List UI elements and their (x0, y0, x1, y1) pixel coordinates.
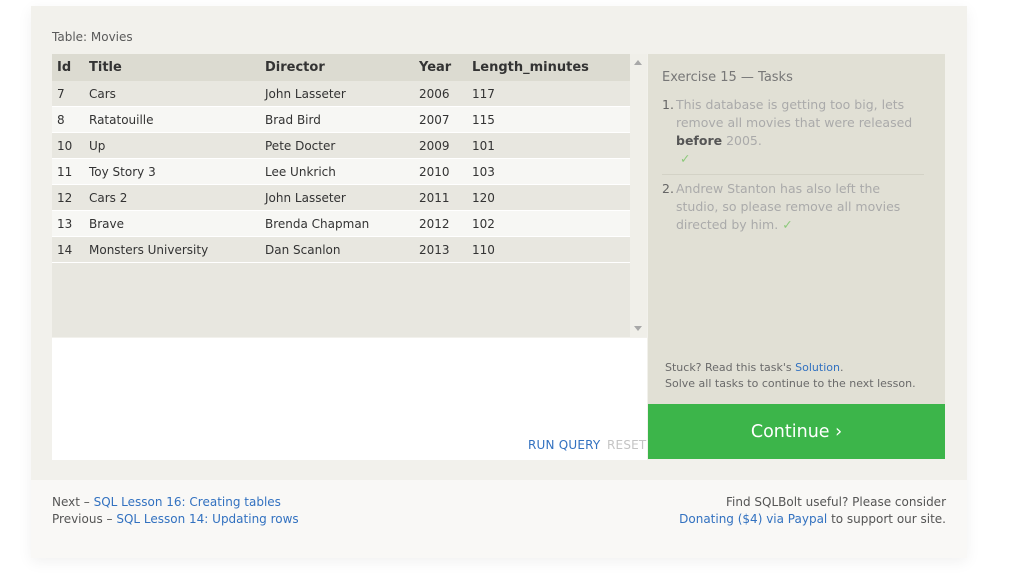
donate-link[interactable]: Donating ($4) via Paypal (679, 512, 827, 526)
task-list: 1. This database is getting too big, let… (662, 96, 924, 240)
stuck-suffix: . (839, 361, 844, 374)
cell-director: John Lasseter (265, 184, 419, 211)
cell-length-minutes: 115 (472, 106, 630, 133)
cell-title: Cars 2 (89, 184, 265, 211)
column-header-year: Year (419, 54, 472, 81)
cell-year: 2007 (419, 106, 472, 133)
table-scrollbar[interactable] (630, 54, 647, 337)
task-complete-check-icon: ✓ (782, 217, 793, 232)
donate-suffix: to support our site. (827, 512, 946, 526)
cell-year: 2012 (419, 210, 472, 237)
cell-year: 2011 (419, 184, 472, 211)
next-prefix: Next – (52, 495, 94, 509)
column-header-length-minutes: Length_minutes (472, 54, 630, 81)
column-header-director: Director (265, 54, 419, 81)
cell-id: 13 (52, 210, 89, 237)
task-emphasis: before (676, 133, 723, 148)
cell-title: Brave (89, 210, 265, 237)
cell-title: Monsters University (89, 236, 265, 263)
cell-director: Pete Docter (265, 132, 419, 159)
task-item: 1. This database is getting too big, let… (662, 96, 924, 174)
table-row: 13 Brave Brenda Chapman 2012 102 (52, 210, 630, 237)
cell-title: Ratatouille (89, 106, 265, 133)
task-complete-check-icon: ✓ (680, 151, 691, 166)
next-lesson-link[interactable]: SQL Lesson 16: Creating tables (94, 495, 281, 509)
cell-id: 12 (52, 184, 89, 211)
cell-year: 2010 (419, 158, 472, 185)
tasks-title: Exercise 15 — Tasks (662, 70, 793, 85)
cell-director: Dan Scanlon (265, 236, 419, 263)
task-number: 1. (662, 97, 674, 112)
stuck-prefix: Stuck? Read this task's (665, 361, 796, 374)
reset-button[interactable]: RESET (607, 438, 646, 452)
cell-length-minutes: 110 (472, 236, 630, 263)
cell-id: 11 (52, 158, 89, 185)
table-row: 7 Cars John Lasseter 2006 117 (52, 81, 630, 107)
task-item: 2. Andrew Stanton has also left the stud… (662, 174, 924, 240)
table-row: 10 Up Pete Docter 2009 101 (52, 132, 630, 159)
previous-lesson-link[interactable]: SQL Lesson 14: Updating rows (116, 512, 298, 526)
task-number: 2. (662, 181, 674, 196)
cell-length-minutes: 103 (472, 158, 630, 185)
solution-link[interactable]: Solution (795, 361, 840, 374)
scroll-down-arrow-icon[interactable] (634, 326, 642, 331)
donation-note: Find SQLBolt useful? Please consider Don… (660, 494, 946, 528)
cell-length-minutes: 120 (472, 184, 630, 211)
cell-year: 2013 (419, 236, 472, 263)
cell-id: 7 (52, 81, 89, 107)
cell-director: Brenda Chapman (265, 210, 419, 237)
help-text: Stuck? Read this task's Solution. Solve … (665, 360, 916, 392)
cell-year: 2009 (419, 132, 472, 159)
previous-prefix: Previous – (52, 512, 117, 526)
cell-id: 8 (52, 106, 89, 133)
results-table-frame: Id Title Director Year Length_minutes 7 … (52, 54, 647, 337)
table-row: 8 Ratatouille Brad Bird 2007 115 (52, 106, 630, 133)
cell-length-minutes: 117 (472, 81, 630, 107)
table-row: 11 Toy Story 3 Lee Unkrich 2010 103 (52, 158, 630, 185)
column-header-title: Title (89, 54, 265, 81)
cell-director: Brad Bird (265, 106, 419, 133)
cell-year: 2006 (419, 81, 472, 107)
solve-all-text: Solve all tasks to continue to the next … (665, 377, 916, 390)
continue-button[interactable]: Continue › (648, 404, 945, 459)
cell-id: 14 (52, 236, 89, 263)
scroll-up-arrow-icon[interactable] (634, 60, 642, 65)
table-row: 12 Cars 2 John Lasseter 2011 120 (52, 184, 630, 211)
cell-title: Up (89, 132, 265, 159)
results-table: Id Title Director Year Length_minutes 7 … (52, 54, 630, 263)
cell-length-minutes: 101 (472, 132, 630, 159)
table-header-row: Id Title Director Year Length_minutes (52, 54, 630, 81)
cell-title: Cars (89, 81, 265, 107)
table-caption: Table: Movies (52, 30, 133, 44)
task-text-end: 2005. (722, 133, 762, 148)
task-text: This database is getting too big, lets r… (676, 97, 913, 130)
useful-text: Find SQLBolt useful? Please consider (726, 495, 946, 509)
run-query-button[interactable]: RUN QUERY (528, 438, 600, 452)
lesson-navigation: Next – SQL Lesson 16: Creating tables Pr… (52, 494, 299, 528)
cell-director: John Lasseter (265, 81, 419, 107)
table-row: 14 Monsters University Dan Scanlon 2013 … (52, 236, 630, 263)
column-header-id: Id (52, 54, 89, 81)
cell-length-minutes: 102 (472, 210, 630, 237)
cell-title: Toy Story 3 (89, 158, 265, 185)
cell-id: 10 (52, 132, 89, 159)
cell-director: Lee Unkrich (265, 158, 419, 185)
